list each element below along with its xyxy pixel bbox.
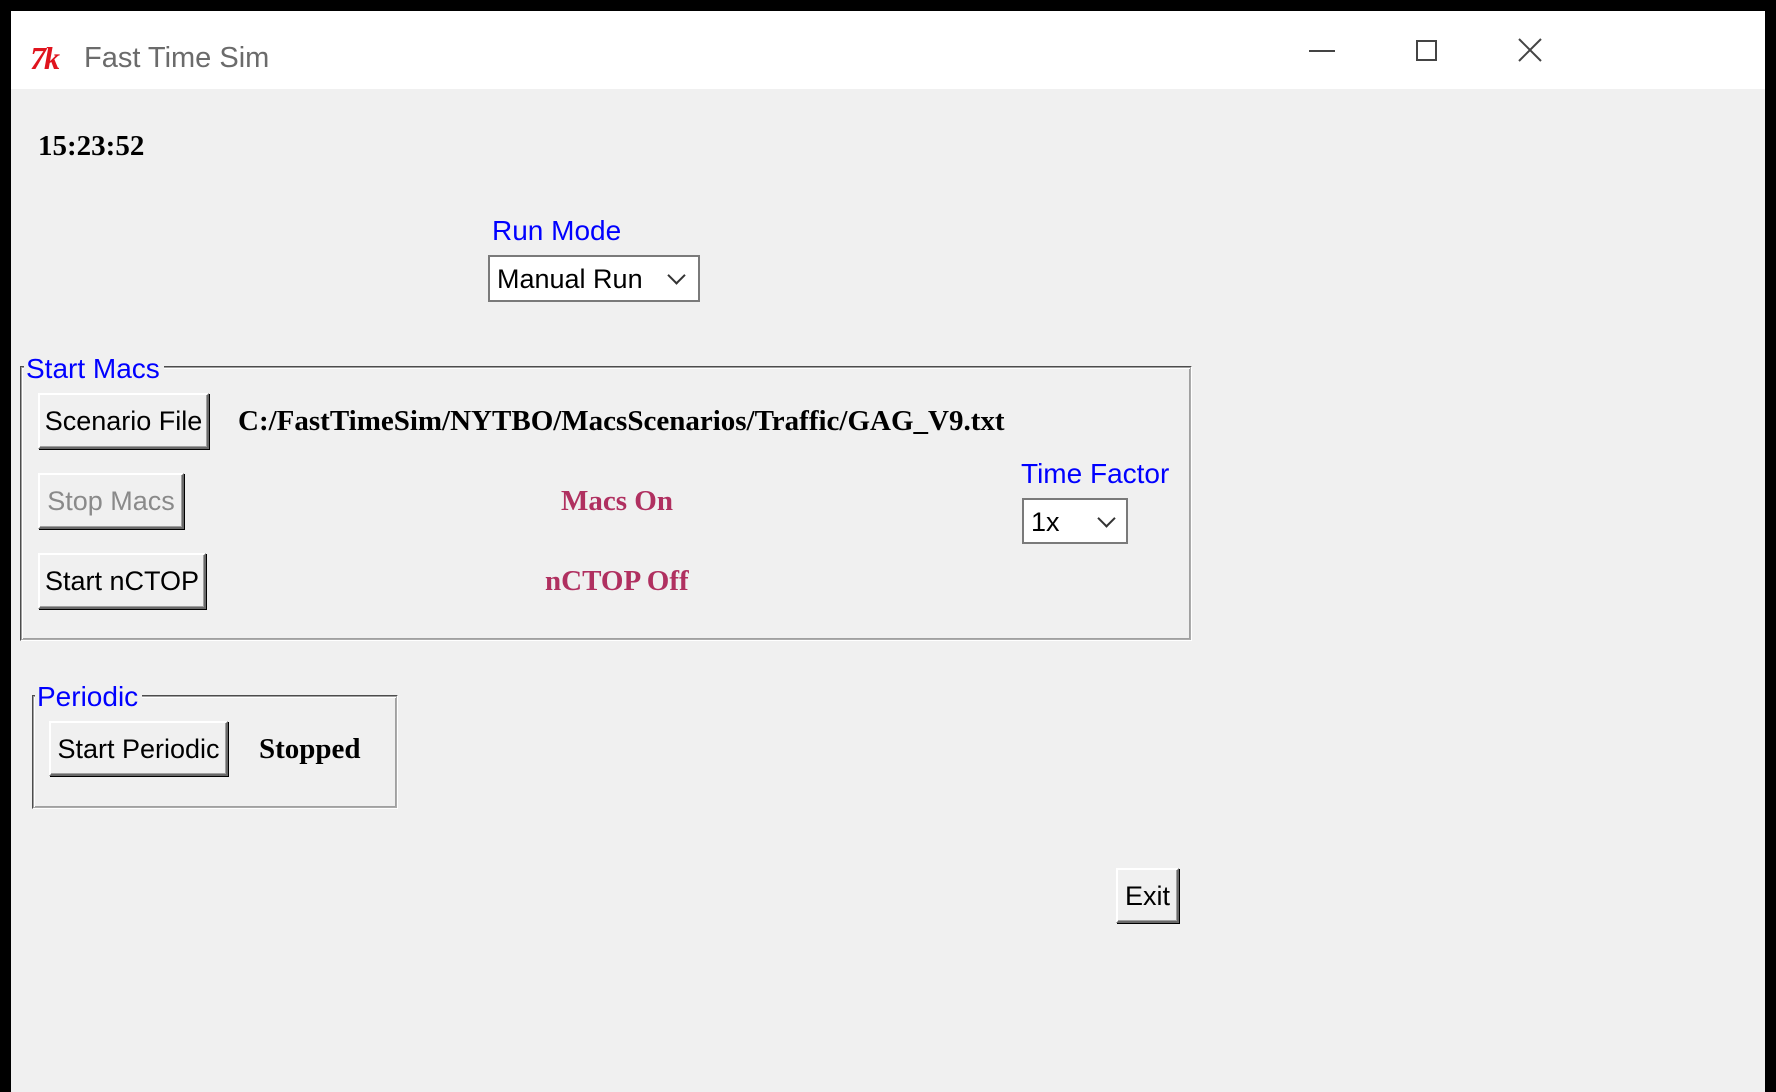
window-title: Fast Time Sim (84, 42, 270, 74)
close-button[interactable] (1478, 11, 1582, 89)
maximize-button[interactable] (1374, 11, 1478, 89)
chevron-down-icon (667, 266, 686, 285)
chevron-down-icon (1097, 509, 1116, 528)
maximize-icon (1415, 39, 1437, 61)
run-mode-value: Manual Run (497, 264, 643, 294)
start-periodic-button[interactable]: Start Periodic (49, 721, 228, 776)
nctop-status: nCTOP Off (545, 565, 689, 597)
stop-macs-button[interactable]: Stop Macs (38, 473, 184, 529)
close-icon (1518, 38, 1542, 62)
minimize-button[interactable] (1270, 11, 1374, 89)
clock-label: 15:23:52 (38, 130, 145, 162)
run-mode-label: Run Mode (492, 215, 622, 246)
start-macs-group-title: Start Macs (24, 353, 164, 385)
run-mode-select[interactable]: Manual Run (488, 255, 700, 302)
exit-button[interactable]: Exit (1116, 868, 1179, 923)
time-factor-label: Time Factor (1021, 458, 1170, 489)
scenario-file-button[interactable]: Scenario File (38, 393, 209, 449)
title-bar: 7k Fast Time Sim (11, 11, 1765, 89)
periodic-status: Stopped (259, 733, 361, 765)
time-factor-select[interactable]: 1x (1022, 498, 1128, 544)
minimize-icon (1309, 50, 1335, 52)
tk-icon: 7k (30, 40, 60, 76)
macs-status: Macs On (561, 485, 673, 517)
time-factor-value: 1x (1031, 507, 1060, 537)
scenario-path: C:/FastTimeSim/NYTBO/MacsScenarios/Traff… (238, 405, 1005, 437)
start-nctop-button[interactable]: Start nCTOP (38, 553, 206, 609)
app-window: 7k Fast Time Sim 15:23:52 Run Mode Manua… (0, 0, 1776, 1092)
periodic-group-title: Periodic (35, 681, 143, 713)
